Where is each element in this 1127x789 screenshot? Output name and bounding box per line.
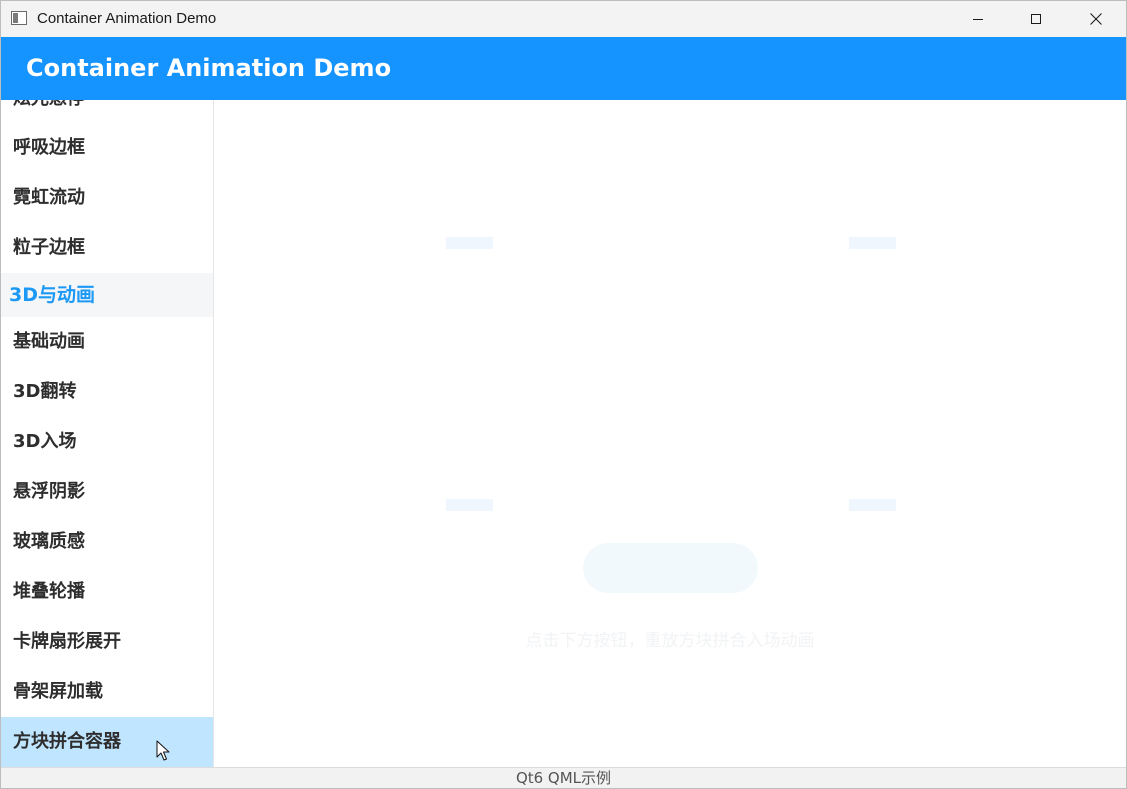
footer-bar: Qt6 QML示例 (1, 767, 1126, 788)
sidebar-group-3d-animation: 3D与动画 (1, 273, 213, 317)
title-bar[interactable]: Container Animation Demo (1, 1, 1126, 37)
sidebar-item-basic-animation[interactable]: 基础动画 (1, 317, 213, 367)
app-window-icon (11, 11, 27, 25)
minimize-button[interactable] (949, 1, 1007, 37)
maximize-icon (1031, 14, 1041, 24)
sidebar-item-breathing-border[interactable]: 呼吸边框 (1, 123, 213, 173)
maximize-button[interactable] (1007, 1, 1065, 37)
block-bottom-left (446, 499, 493, 511)
sidebar-item-stack-carousel[interactable]: 堆叠轮播 (1, 567, 213, 617)
sidebar-item-card-fan[interactable]: 卡牌扇形展开 (1, 617, 213, 667)
sidebar-item-glow-hover[interactable]: 炫光悬停 (1, 100, 213, 124)
sidebar-nav[interactable]: 炫光悬停 呼吸边框 霓虹流动 粒子边框 3D与动画 基础动画 3D翻转 3D入场… (1, 100, 214, 767)
minimize-icon (973, 19, 983, 20)
app-window: Container Animation Demo Container Anima… (0, 0, 1127, 789)
hint-text: 点击下方按钮，重放方块拼合入场动画 (525, 631, 815, 651)
close-button[interactable] (1067, 1, 1125, 37)
mouse-cursor-icon (156, 740, 170, 761)
page-title: Container Animation Demo (26, 54, 392, 82)
content-area: 点击下方按钮，重放方块拼合入场动画 (214, 100, 1126, 767)
block-bottom-right (849, 499, 896, 511)
sidebar-item-hover-shadow[interactable]: 悬浮阴影 (1, 467, 213, 517)
footer-text: Qt6 QML示例 (515, 769, 612, 787)
sidebar-item-particle-border[interactable]: 粒子边框 (1, 223, 213, 273)
app-header: Container Animation Demo (1, 37, 1126, 100)
sidebar-item-neon-flow[interactable]: 霓虹流动 (1, 173, 213, 223)
sidebar-item-3d-flip[interactable]: 3D翻转 (1, 367, 213, 417)
close-icon (1090, 13, 1102, 25)
sidebar-item-3d-entrance[interactable]: 3D入场 (1, 417, 213, 467)
block-top-right (849, 237, 896, 249)
block-top-left (446, 237, 493, 249)
sidebar-item-skeleton-loading[interactable]: 骨架屏加载 (1, 667, 213, 717)
replay-animation-button[interactable] (583, 543, 758, 593)
sidebar-item-block-assembly[interactable]: 方块拼合容器 (1, 717, 213, 767)
window-title: Container Animation Demo (37, 10, 217, 27)
sidebar-item-glass-texture[interactable]: 玻璃质感 (1, 517, 213, 567)
